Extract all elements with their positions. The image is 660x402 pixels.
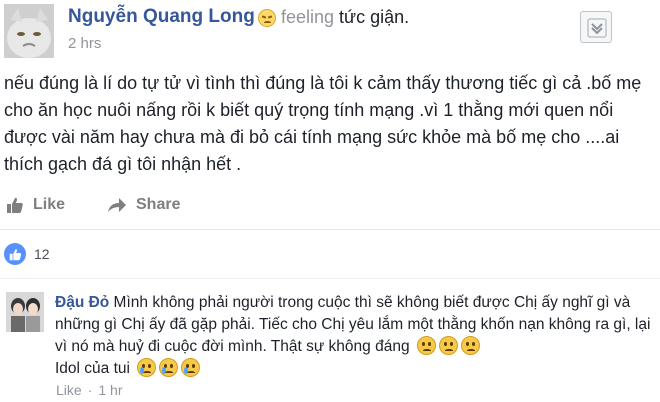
comment-timestamp[interactable]: 1 hr [98,382,122,398]
share-label: Share [136,196,181,213]
comment-text-tail: Idol của tui [55,360,135,377]
comment-like-link[interactable]: Like [56,382,82,398]
sad-face-icon [460,336,480,355]
post-timestamp[interactable]: 2 hrs [68,35,101,52]
sad-face-icon [438,336,458,355]
like-button[interactable]: Like [6,196,65,214]
sad-face-icon [416,336,436,355]
comment-meta: Like · 1 hr [56,382,122,398]
meta-separator: · [87,382,93,398]
post-options-button[interactable] [580,11,612,43]
divider [0,278,660,279]
like-label: Like [33,196,66,213]
feeling-status: feeling tức giận. [258,7,409,28]
crying-face-icon [159,358,179,377]
author-avatar[interactable] [4,4,54,58]
comment: Đậu Đỏ Mình không phải người trong cuộc … [55,292,653,380]
feeling-label: feeling [281,7,335,27]
post-body: nếu đúng là lí do tự tử vì tình thì đúng… [4,73,642,174]
crying-face-icon [137,358,157,377]
reactions-summary[interactable]: 12 [4,243,50,265]
share-arrow-icon [108,198,126,212]
post-action-bar: Like Share [0,196,660,222]
post-author-name[interactable]: Nguyễn Quang Long [68,6,255,28]
angry-face-icon [258,8,276,27]
comment-text: Mình không phải người trong cuộc thì sẽ … [55,294,651,355]
comment-author-name[interactable]: Đậu Đỏ [55,294,109,311]
like-reaction-icon [4,243,26,265]
feeling-activity[interactable]: tức giận. [339,7,409,28]
divider [0,229,660,230]
reaction-count: 12 [34,246,50,262]
thumbs-up-icon [7,197,23,213]
commenter-avatar[interactable] [6,292,44,332]
post-header: Nguyễn Quang Long feeling tức giận. 2 hr… [0,0,660,64]
facebook-post: Nguyễn Quang Long feeling tức giận. 2 hr… [0,0,660,402]
share-button[interactable]: Share [107,196,180,214]
crying-face-icon [181,358,201,377]
chevron-down-icon [587,18,607,38]
